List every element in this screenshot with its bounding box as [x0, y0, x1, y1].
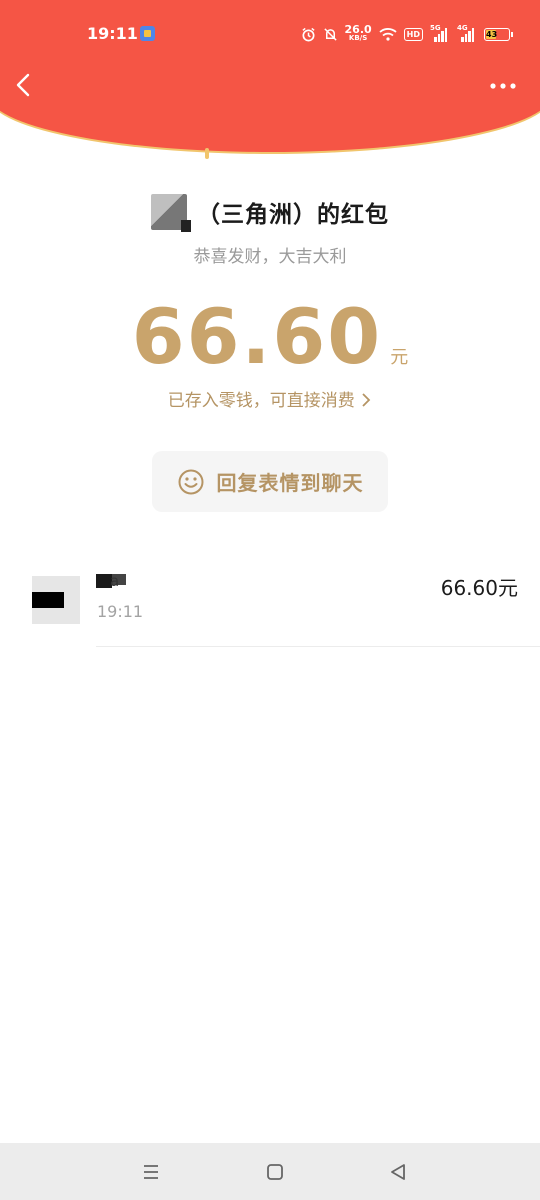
menu-lines-icon: [144, 1165, 158, 1179]
mute-icon: [323, 27, 337, 41]
alarm-icon: [301, 27, 315, 41]
signal-4g-label: 4G: [457, 24, 468, 32]
receiver-name-text: a: [110, 572, 120, 590]
status-indicators: 26.0 KB/S HD 5G 4G 43: [301, 23, 513, 44]
red-packet-title: （三角洲）的红包: [197, 202, 389, 228]
red-packet-title-row: （三角洲）的红包: [0, 188, 540, 236]
back-button[interactable]: [10, 70, 38, 100]
battery-icon: 43: [484, 27, 513, 41]
home-square-icon: [267, 1164, 283, 1180]
status-time: 19:11: [87, 24, 138, 43]
back-arrow-icon: [16, 73, 30, 97]
wifi-icon: [379, 28, 397, 41]
more-dots-icon: [490, 83, 516, 89]
received-amount: 66.60: [131, 292, 383, 381]
app-notification-icon: [140, 26, 155, 41]
chevron-right-icon: [362, 393, 371, 407]
receiver-avatar: [32, 576, 80, 624]
sender-avatar: [151, 194, 191, 232]
hd-badge: HD: [403, 27, 423, 41]
receiver-name: a: [96, 572, 128, 592]
header-gold-marker: [205, 148, 209, 159]
wallet-balance-text: 已存入零钱，可直接消费: [167, 391, 355, 411]
receive-time: 19:11: [97, 602, 144, 621]
signal-4g-icon: 4G: [457, 24, 477, 42]
recent-apps-button[interactable]: [136, 1157, 166, 1187]
reply-sticker-button[interactable]: 回复表情到聊天: [152, 451, 388, 512]
more-options-button[interactable]: [488, 76, 518, 96]
reply-sticker-label: 回复表情到聊天: [216, 471, 364, 495]
network-speed: 26.0 KB/S: [344, 23, 372, 43]
smiley-icon: [178, 469, 203, 494]
battery-level: 43: [486, 29, 498, 39]
back-nav-button[interactable]: [383, 1157, 413, 1187]
receive-amount: 66.60元: [440, 576, 518, 600]
signal-5g-label: 5G: [430, 24, 441, 32]
list-divider: [96, 646, 540, 647]
list-item: a 19:11 66.60元: [0, 570, 540, 648]
network-speed-value: 26.0: [344, 23, 372, 36]
home-button[interactable]: [260, 1157, 290, 1187]
red-packet-greeting: 恭喜发财，大吉大利: [193, 247, 347, 267]
network-speed-unit: KB/S: [348, 34, 368, 42]
status-bar: 19:11 26.0 KB/S HD 5G 4G 43: [0, 0, 540, 68]
wallet-balance-link[interactable]: 已存入零钱，可直接消费: [0, 386, 540, 411]
system-navigation-bar: [0, 1143, 540, 1200]
received-amount-unit: 元: [390, 347, 409, 368]
back-triangle-icon: [391, 1164, 405, 1180]
signal-5g-icon: 5G: [430, 24, 450, 42]
received-amount-row: 66.60 元: [0, 292, 540, 382]
